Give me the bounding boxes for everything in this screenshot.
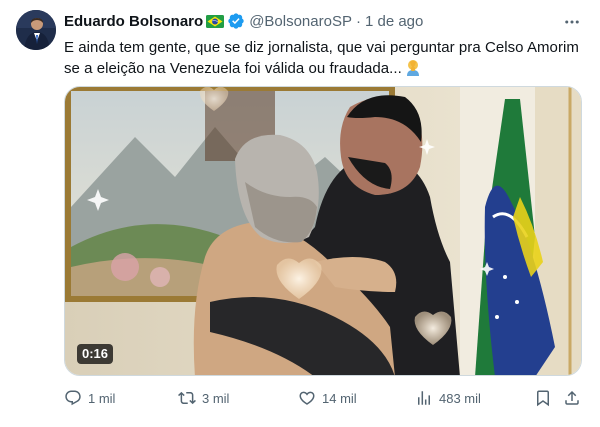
reply-icon — [64, 389, 82, 407]
like-button[interactable]: 14 mil — [298, 387, 357, 409]
author-name[interactable]: Eduardo Bolsonaro — [64, 13, 203, 30]
video-duration-badge: 0:16 — [77, 344, 114, 364]
reply-count: 1 mil — [88, 390, 116, 406]
tweet-text-container: E ainda tem gente, que se diz jornalista… — [64, 37, 584, 82]
author-handle[interactable]: @BolsonaroSP — [249, 13, 352, 30]
avatar[interactable] — [16, 10, 56, 50]
bookmark-button[interactable] — [534, 387, 552, 409]
views-button[interactable]: 483 mil — [415, 387, 481, 409]
retweet-button[interactable]: 3 mil — [178, 387, 229, 409]
person-facepalming-emoji-icon — [404, 58, 422, 82]
tweet[interactable]: Eduardo Bolsonaro @BolsonaroSP · 1 de ag… — [0, 0, 600, 427]
share-button[interactable] — [563, 387, 581, 409]
tweet-header: Eduardo Bolsonaro @BolsonaroSP · 1 de ag… — [64, 11, 423, 31]
retweet-icon — [178, 389, 196, 407]
tweet-text: E ainda tem gente, que se diz jornalista… — [64, 39, 579, 77]
retweet-count: 3 mil — [202, 390, 230, 406]
video-thumbnail — [65, 87, 581, 375]
reply-button[interactable]: 1 mil — [64, 387, 115, 409]
heart-icon — [298, 389, 316, 407]
tweet-actions: 1 mil 3 mil 14 mil 483 mil — [64, 387, 584, 409]
more-icon[interactable] — [561, 11, 583, 33]
views-icon — [415, 389, 433, 407]
separator-dot: · — [355, 12, 361, 30]
views-count: 483 mil — [439, 390, 481, 406]
share-icon — [563, 389, 581, 407]
bookmark-icon — [534, 389, 552, 407]
brazil-flag-icon — [206, 14, 225, 28]
video-player[interactable]: 0:16 — [64, 86, 582, 376]
verified-badge-icon[interactable] — [227, 12, 245, 30]
tweet-timestamp[interactable]: 1 de ago — [365, 13, 423, 30]
like-count: 14 mil — [322, 390, 357, 406]
